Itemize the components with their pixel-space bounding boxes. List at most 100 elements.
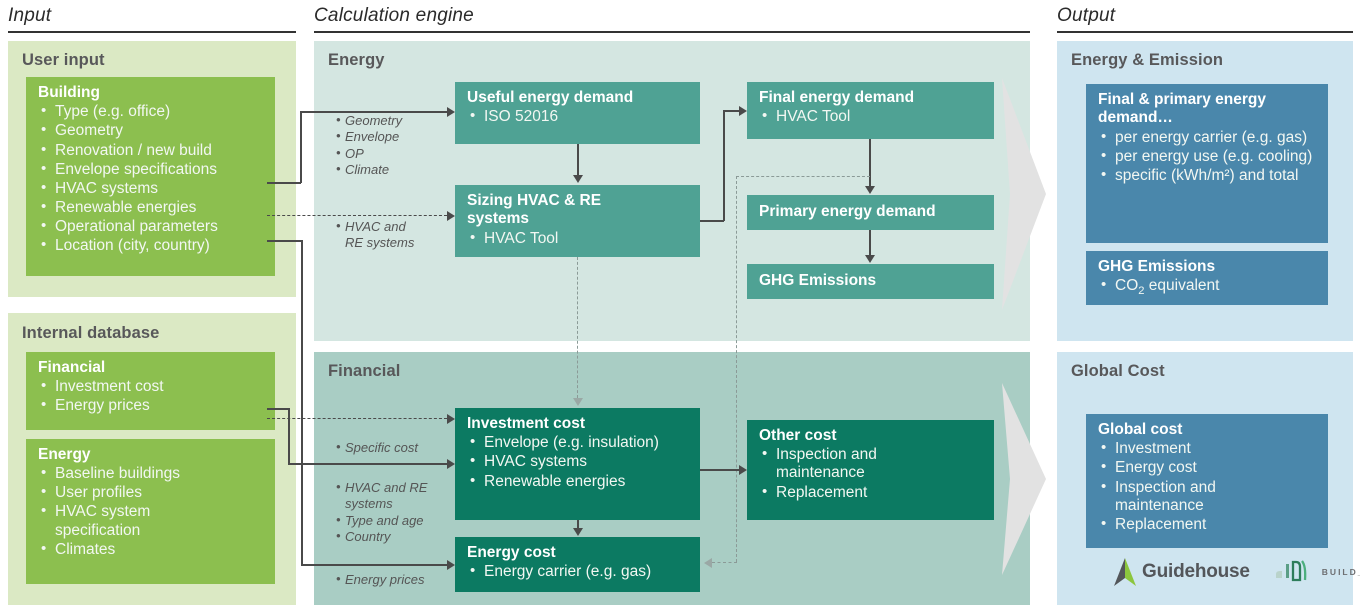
arrowhead-to-investment-cost-solid [447, 459, 455, 469]
box-other-cost[interactable]: Other cost Inspection and maintenance Re… [747, 420, 994, 520]
connector-sizing-to-investment-dashed [577, 257, 578, 398]
list-item: CO2 equivalent [1098, 277, 1318, 298]
guidehouse-logo-text: Guidehouse [1142, 561, 1250, 583]
arrowhead-primary-to-ghg [865, 255, 875, 263]
panel-internal-database-title: Internal database [22, 324, 159, 343]
box-final-primary-heading: Final & primary energy demand… [1098, 91, 1298, 128]
arrowhead-to-investment-cost-dashed [447, 414, 455, 424]
connector-label-energy-prices: Energy prices [336, 572, 424, 588]
list-item: Inspection and maintenance [1098, 479, 1265, 515]
box-sizing-hvac-re-heading: Sizing HVAC & RE systems [467, 192, 637, 229]
arrowhead-final-to-primary [865, 186, 875, 194]
connector-building-to-sizing-dashed [267, 215, 447, 216]
connector-final-to-energycost-dashed-top [736, 176, 870, 177]
connector-final-to-primary-v [869, 139, 871, 186]
list-item: per energy use (e.g. cooling) [1098, 148, 1318, 166]
column-rule-engine [314, 31, 1030, 33]
label-line: Type and age [336, 513, 427, 529]
connector-building-to-useful-h1 [267, 182, 301, 184]
arrowhead-to-energy-cost-dashed [704, 558, 712, 568]
connector-db-financial-solid-h2 [288, 463, 447, 465]
box-primary-energy-demand[interactable]: Primary energy demand [747, 195, 994, 230]
list-item: Envelope specifications [38, 161, 265, 179]
connector-sizing-to-final-v [723, 110, 725, 221]
column-header-output: Output [1057, 5, 1115, 27]
flow-chevron-cost [1000, 383, 1046, 575]
label-line: Climate [336, 162, 402, 178]
box-final-energy-demand[interactable]: Final energy demand HVAC Tool [747, 82, 994, 139]
list-item: specific (kWh/m²) and total [1098, 167, 1318, 185]
connector-primary-to-ghg-v [869, 230, 871, 255]
box-final-energy-demand-list: HVAC Tool [759, 108, 984, 126]
panel-engine-energy-title: Energy [328, 51, 385, 70]
label-line: systems [336, 496, 427, 512]
arrowhead-to-final-energy-demand [739, 106, 747, 116]
box-db-energy-heading: Energy [38, 446, 265, 464]
connector-label-specific-cost: Specific cost [336, 440, 418, 456]
box-investment-cost[interactable]: Investment cost Envelope (e.g. insulatio… [455, 408, 700, 520]
connector-building-to-useful-h2 [300, 111, 447, 113]
arrowhead-to-other-cost [739, 465, 747, 475]
box-other-cost-heading: Other cost [759, 427, 984, 445]
arrowhead-useful-to-sizing [573, 175, 583, 183]
list-item: Renewable energies [38, 199, 265, 217]
box-ghg-emissions-engine[interactable]: GHG Emissions [747, 264, 994, 299]
list-item: Investment [1098, 440, 1318, 458]
box-global-cost-heading: Global cost [1098, 421, 1318, 439]
column-header-calculation-engine: Calculation engine [314, 5, 474, 27]
connector-opparams-v [301, 240, 303, 565]
flow-chevron-energy [1000, 78, 1046, 310]
box-energy-cost-heading: Energy cost [467, 544, 690, 562]
list-item: Operational parameters [38, 218, 265, 236]
box-ghg-output-heading: GHG Emissions [1098, 258, 1318, 276]
list-item: Climates [38, 541, 265, 559]
box-final-primary-energy-demand[interactable]: Final & primary energy demand… per energ… [1086, 84, 1328, 243]
buildme-logo-icon [1272, 558, 1320, 586]
box-investment-cost-list: Envelope (e.g. insulation) HVAC systems … [467, 434, 690, 490]
column-header-input: Input [8, 5, 51, 27]
connector-opparams-h1 [267, 240, 302, 242]
list-item: User profiles [38, 484, 265, 502]
arrowhead-investment-to-energycost [573, 528, 583, 536]
arrowhead-to-useful-energy-demand [447, 107, 455, 117]
label-line: RE systems [336, 235, 414, 251]
connector-db-financial-solid-v [288, 408, 290, 464]
connector-label-geometry-group: Geometry Envelope OP Climate [336, 113, 402, 178]
list-item: Baseline buildings [38, 465, 265, 483]
panel-energy-emission: Energy & Emission Final & primary energy… [1057, 41, 1353, 341]
connector-sizing-to-final-h2 [723, 110, 739, 112]
list-item: Geometry [38, 122, 265, 140]
panel-user-input-title: User input [22, 51, 105, 70]
box-building-list: Type (e.g. office) Geometry Renovation /… [38, 103, 265, 255]
list-item: Envelope (e.g. insulation) [467, 434, 690, 452]
box-energy-cost-list: Energy carrier (e.g. gas) [467, 563, 690, 581]
list-item: HVAC Tool [467, 230, 690, 248]
connector-db-financial-to-investment-dashed [267, 418, 447, 419]
label-line: HVAC and [336, 219, 414, 235]
box-energy-cost[interactable]: Energy cost Energy carrier (e.g. gas) [455, 537, 700, 592]
label-line: Specific cost [336, 440, 418, 456]
box-sizing-hvac-re[interactable]: Sizing HVAC & RE systems HVAC Tool [455, 185, 700, 257]
arrowhead-to-sizing [447, 211, 455, 221]
box-global-cost[interactable]: Global cost Investment Energy cost Inspe… [1086, 414, 1328, 548]
connector-label-hvac-type-country: HVAC and RE systems Type and age Country [336, 480, 427, 545]
box-final-energy-demand-heading: Final energy demand [759, 89, 984, 107]
arrowhead-to-energy-cost-solid [447, 560, 455, 570]
list-item: per energy carrier (e.g. gas) [1098, 129, 1318, 147]
box-global-cost-list: Investment Energy cost Inspection and ma… [1098, 440, 1318, 534]
box-useful-energy-demand[interactable]: Useful energy demand ISO 52016 [455, 82, 700, 144]
connector-useful-to-sizing-v [577, 144, 579, 176]
panel-internal-database: Internal database Financial Investment c… [8, 313, 296, 605]
column-rule-input [8, 31, 296, 33]
box-building[interactable]: Building Type (e.g. office) Geometry Ren… [26, 77, 275, 276]
label-line: Country [336, 529, 427, 545]
list-item: Renovation / new build [38, 142, 265, 160]
connector-db-financial-solid-h1 [267, 408, 289, 410]
list-item: HVAC Tool [759, 108, 984, 126]
list-item: Renewable energies [467, 473, 690, 491]
panel-energy-emission-title: Energy & Emission [1071, 51, 1223, 70]
box-ghg-emissions-output[interactable]: GHG Emissions CO2 equivalent [1086, 251, 1328, 305]
box-db-energy[interactable]: Energy Baseline buildings User profiles … [26, 439, 275, 584]
connector-final-to-energycost-dashed-bottom [712, 562, 737, 563]
box-db-financial[interactable]: Financial Investment cost Energy prices [26, 352, 275, 430]
